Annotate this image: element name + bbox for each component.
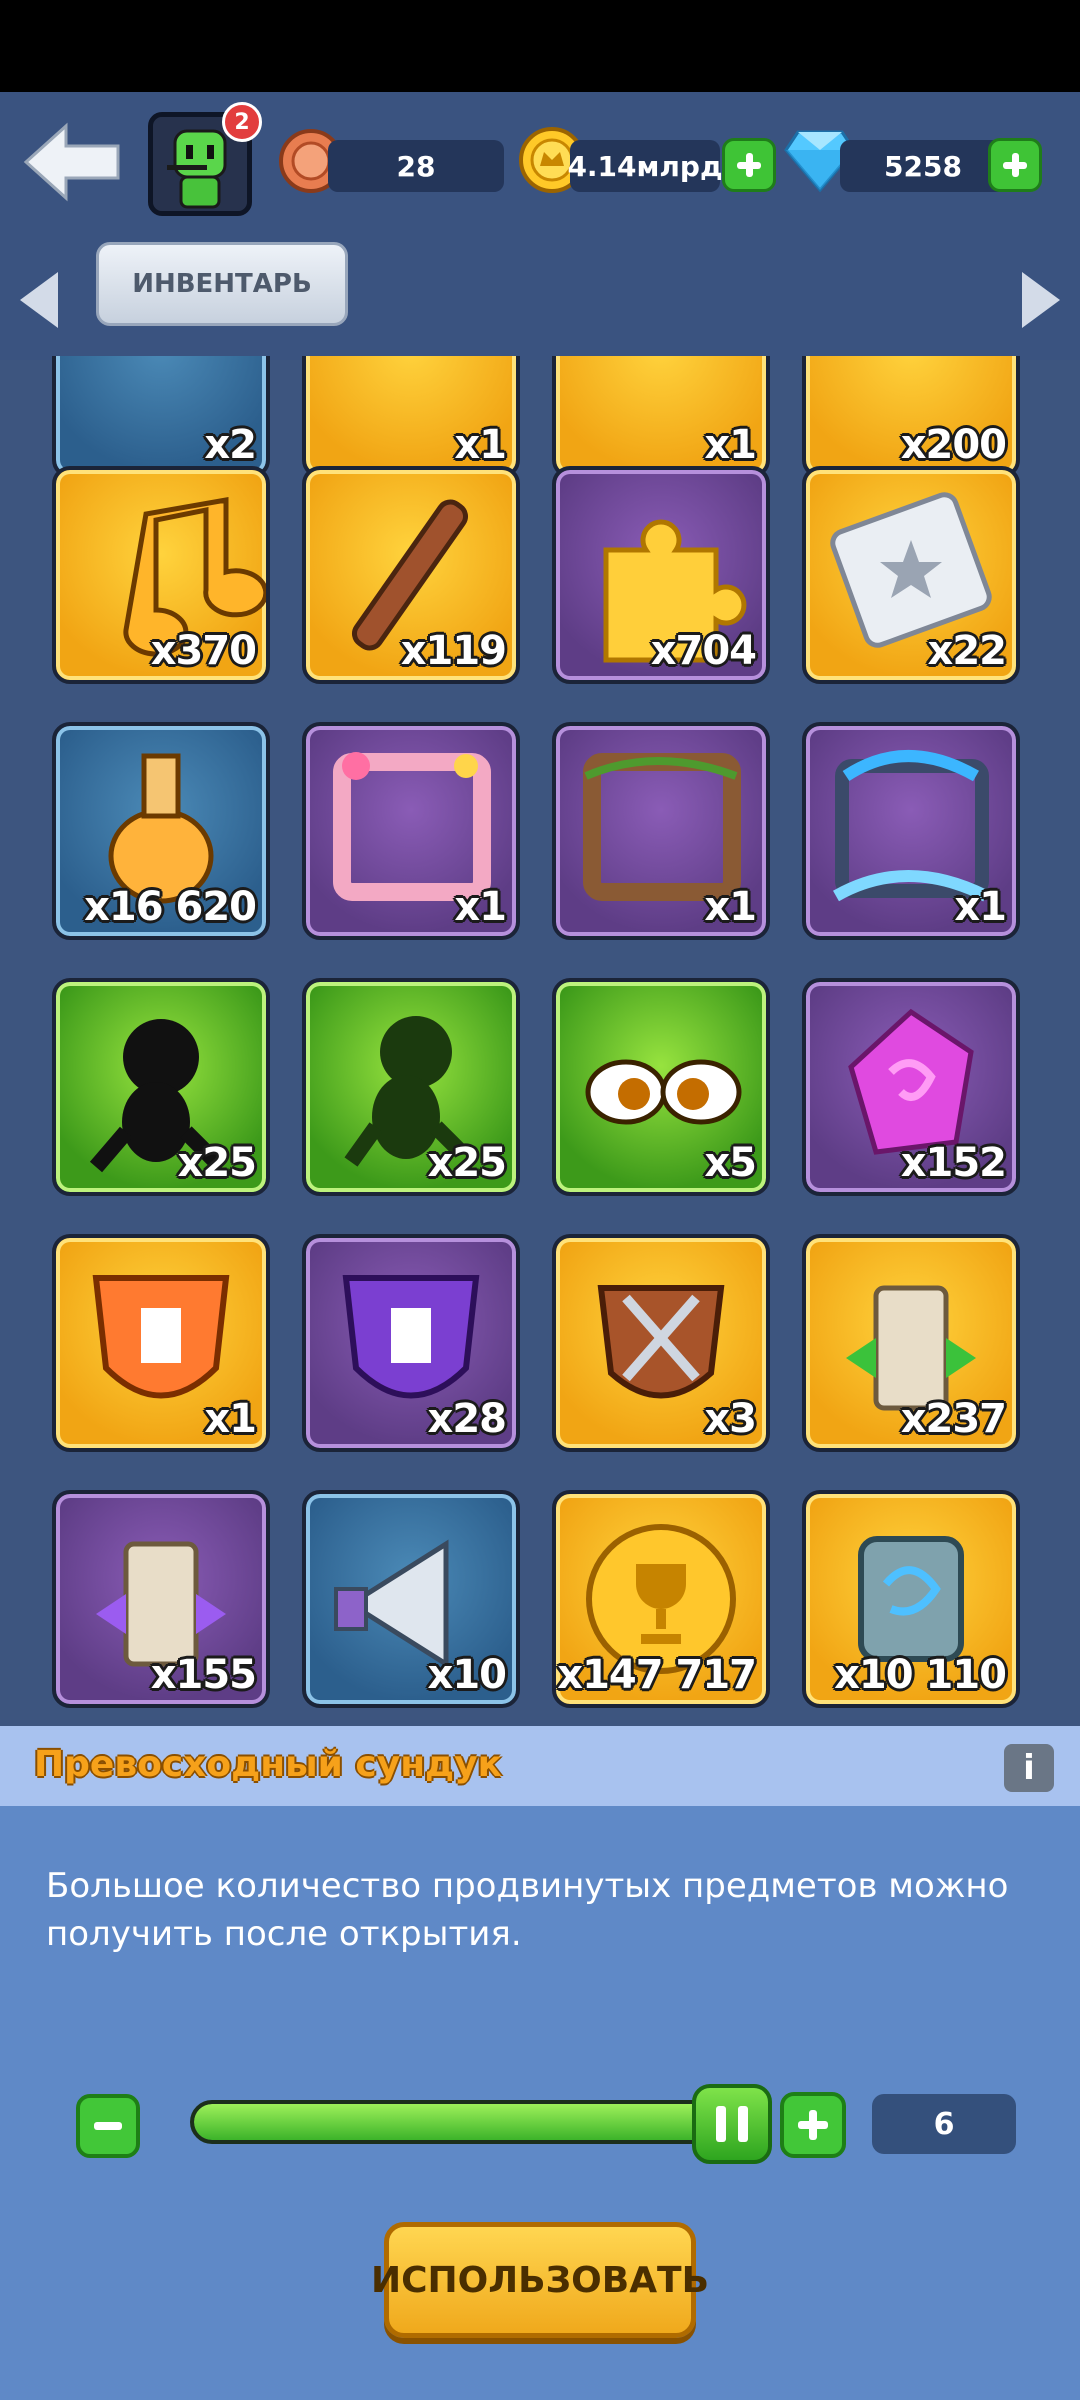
potion-bottle-item[interactable]: x16 620: [52, 722, 270, 940]
back-arrow-icon[interactable]: [22, 122, 122, 202]
use-button[interactable]: ИСПОЛЬЗОВАТЬ: [371, 2222, 709, 2338]
slider-fill: [194, 2104, 716, 2140]
purple-tower-item[interactable]: x155: [52, 1490, 270, 1708]
item-quantity: x1: [454, 884, 507, 930]
inventory-grid: x2 x1 x1 x200 x370 x119 x704 x22 x16 620 x1 x1 x1 x2…: [0, 356, 1080, 1726]
dragon-rune-item[interactable]: x10 110: [802, 1490, 1020, 1708]
item-quantity: x1: [204, 1396, 257, 1442]
tokens-counter: 28: [328, 140, 504, 192]
increase-quantity-button[interactable]: [780, 2092, 846, 2158]
flower-frame-item[interactable]: x1: [302, 722, 520, 940]
info-button[interactable]: i: [1004, 1744, 1054, 1792]
palace-item[interactable]: x1: [302, 356, 520, 478]
decrease-quantity-button[interactable]: [76, 2094, 140, 2158]
item-quantity: x1: [704, 422, 757, 468]
orange-tower-shield-item[interactable]: x1: [52, 1234, 270, 1452]
item-quantity: x22: [927, 628, 1007, 674]
purple-tower-shield-item[interactable]: x28: [302, 1234, 520, 1452]
star-ticket-item[interactable]: x22: [802, 466, 1020, 684]
item-quantity: x28: [427, 1396, 507, 1442]
item-title: Превосходный сундук: [34, 1744, 503, 1785]
item-quantity: x10: [427, 1652, 507, 1698]
runner-speed-item[interactable]: x25: [52, 978, 270, 1196]
puzzle-piece-item[interactable]: x704: [552, 466, 770, 684]
quantity-slider[interactable]: [190, 2100, 720, 2144]
item-quantity: x10 110: [834, 1652, 1007, 1698]
green-tower-item[interactable]: x237: [802, 1234, 1020, 1452]
item-quantity: x5: [704, 1140, 757, 1186]
crossed-swords-shield-item[interactable]: x3: [552, 1234, 770, 1452]
tab-prev-arrow-icon[interactable]: [20, 272, 58, 328]
tab-row: ИНВЕНТАРЬ: [0, 230, 1080, 360]
tab-inventory[interactable]: ИНВЕНТАРЬ: [96, 242, 348, 326]
item-quantity: x1: [954, 884, 1007, 930]
pink-gem-item[interactable]: x152: [802, 978, 1020, 1196]
runner-jump-item[interactable]: x25: [302, 978, 520, 1196]
item-quantity: x2: [204, 422, 257, 468]
trophy-coin-item[interactable]: x147 717: [552, 1490, 770, 1708]
item-info-panel: Большое количество продвинутых предметов…: [0, 1806, 1080, 2400]
top-bar: 2 28 4.14млрд 5258: [0, 92, 1080, 230]
item-quantity: x155: [150, 1652, 257, 1698]
badge-item[interactable]: x200: [802, 356, 1020, 478]
crown-item[interactable]: x1: [552, 356, 770, 478]
quantity-value: 6: [872, 2094, 1016, 2154]
gems-counter: 5258: [840, 140, 1006, 192]
add-gems-button[interactable]: [988, 138, 1042, 192]
item-quantity: x16 620: [84, 884, 257, 930]
octopus-frame-item[interactable]: x1: [802, 722, 1020, 940]
notification-badge: 2: [222, 102, 262, 142]
item-quantity: x25: [427, 1140, 507, 1186]
item-quantity: x237: [900, 1396, 1007, 1442]
item-description: Большое количество продвинутых предметов…: [46, 1866, 1009, 1954]
item-quantity: x1: [454, 422, 507, 468]
item-quantity: x3: [704, 1396, 757, 1442]
vine-frame-item[interactable]: x1: [552, 722, 770, 940]
item-quantity: x370: [150, 628, 257, 674]
item-quantity: x119: [400, 628, 507, 674]
item-quantity: x152: [900, 1140, 1007, 1186]
gold-counter: 4.14млрд: [567, 140, 723, 192]
item-quantity: x147 717: [557, 1652, 757, 1698]
status-bar: [0, 0, 1080, 92]
music-note-item[interactable]: x370: [52, 466, 270, 684]
item-quantity: x25: [177, 1140, 257, 1186]
tab-next-arrow-icon[interactable]: [1022, 272, 1060, 328]
item-quantity: x1: [704, 884, 757, 930]
angry-eyes-item[interactable]: x5: [552, 978, 770, 1196]
item-quantity: x200: [900, 422, 1007, 468]
flute-item[interactable]: x119: [302, 466, 520, 684]
item-info-header: Превосходный сундук i: [0, 1726, 1080, 1806]
slider-handle[interactable]: [692, 2084, 772, 2164]
add-gold-button[interactable]: [722, 138, 776, 192]
castle-item[interactable]: x2: [52, 356, 270, 478]
item-quantity: x704: [650, 628, 757, 674]
megaphone-item[interactable]: x10: [302, 1490, 520, 1708]
